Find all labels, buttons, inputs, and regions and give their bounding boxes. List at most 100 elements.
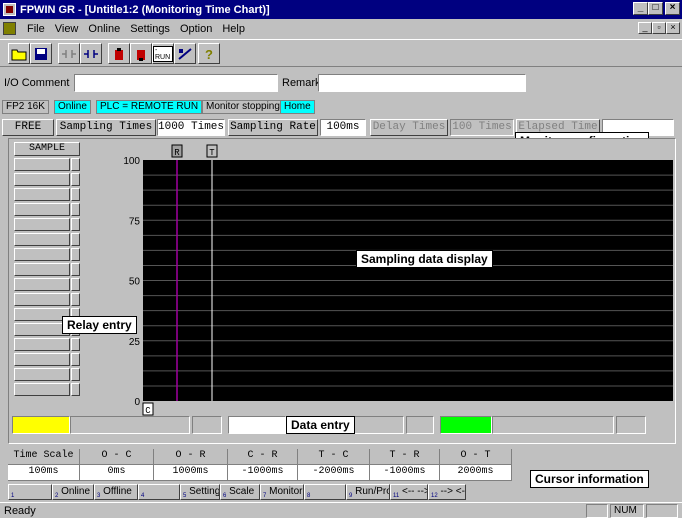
sampling-rate-field[interactable]: 100ms xyxy=(320,119,366,136)
size-grip[interactable] xyxy=(646,504,678,518)
relay-entry-checkbox[interactable] xyxy=(71,158,80,171)
relay-entry-button[interactable] xyxy=(14,158,70,171)
relay-entry-row[interactable] xyxy=(14,218,80,232)
relay-entry-button[interactable] xyxy=(14,188,70,201)
fkey-6[interactable]: 6 Scale xyxy=(220,484,260,500)
menu-settings[interactable]: Settings xyxy=(125,23,175,35)
relay-entry-button[interactable] xyxy=(14,203,70,216)
fkey-3[interactable]: 3 Offline xyxy=(94,484,138,500)
relay-entry-checkbox[interactable] xyxy=(71,188,80,201)
run-mode-icon[interactable]: -RUN xyxy=(152,43,174,64)
help-icon[interactable]: ? xyxy=(198,43,220,64)
menu-online[interactable]: Online xyxy=(83,23,125,35)
relay-entry-checkbox[interactable] xyxy=(71,203,80,216)
plc-upload-icon[interactable] xyxy=(108,43,130,64)
relay-entry-button[interactable] xyxy=(14,383,70,396)
relay-entry-button[interactable] xyxy=(14,233,70,246)
fkey-4[interactable]: 4 xyxy=(138,484,180,500)
sampling-rate-label: Sampling Rate xyxy=(228,119,318,136)
menu-view[interactable]: View xyxy=(50,23,84,35)
relay-entry-row[interactable] xyxy=(14,278,80,292)
relay-entry-checkbox[interactable] xyxy=(71,173,80,186)
fkey-11[interactable]: 11 <-- --> xyxy=(390,484,428,500)
sampling-chart[interactable]: 100 75 50 25 0 R T C xyxy=(85,142,675,418)
y-tick-label: 50 xyxy=(129,277,141,288)
io-comment-field[interactable] xyxy=(74,74,278,92)
relay-entry-row[interactable] xyxy=(14,158,80,172)
plc-download-icon[interactable] xyxy=(130,43,152,64)
relay-entry-button[interactable] xyxy=(14,338,70,351)
mdi-minimize-button[interactable]: _ xyxy=(638,22,652,34)
relay-entry-checkbox[interactable] xyxy=(71,368,80,381)
close-button[interactable]: × xyxy=(665,2,680,15)
toolbar: -RUN ? xyxy=(0,39,682,67)
relay-entry-checkbox[interactable] xyxy=(71,218,80,231)
fkey-12[interactable]: 12 --> <-- xyxy=(428,484,466,500)
fkey-number: 4 xyxy=(141,493,145,499)
relay-entry-row[interactable] xyxy=(14,353,80,367)
cursor-info-header: O - T xyxy=(440,449,512,465)
fkey-2[interactable]: 2 Online xyxy=(52,484,94,500)
open-folder-icon[interactable] xyxy=(8,43,30,64)
relay-entry-row[interactable] xyxy=(14,188,80,202)
mdi-restore-button[interactable]: ▫ xyxy=(652,22,666,34)
relay-contact-icon[interactable] xyxy=(58,43,80,64)
menu-help[interactable]: Help xyxy=(217,23,250,35)
fkey-label: Scale xyxy=(226,486,255,497)
relay-entry-button[interactable] xyxy=(14,248,70,261)
relay-entry-button[interactable] xyxy=(14,368,70,381)
relay-entry-row[interactable] xyxy=(14,383,80,397)
minimize-button[interactable]: _ xyxy=(633,2,648,15)
relay-entry-checkbox[interactable] xyxy=(71,338,80,351)
save-icon[interactable] xyxy=(30,43,52,64)
monitor-toggle-icon[interactable] xyxy=(174,43,196,64)
relay-entry-button[interactable] xyxy=(14,173,70,186)
relay-entry-row[interactable] xyxy=(14,293,80,307)
relay-entry-row[interactable] xyxy=(14,173,80,187)
remark-field[interactable] xyxy=(318,74,526,92)
relay-entry-checkbox[interactable] xyxy=(71,233,80,246)
relay-entry-button[interactable] xyxy=(14,293,70,306)
relay-entry-button[interactable] xyxy=(14,218,70,231)
sampling-times-field[interactable]: 1000 Times xyxy=(157,119,225,136)
mode-button[interactable]: FREE xyxy=(2,119,54,136)
fkey-label: Online xyxy=(58,486,91,497)
data-entry-slot-2[interactable] xyxy=(228,416,286,434)
relay-entry-checkbox[interactable] xyxy=(71,353,80,366)
relay-entry-checkbox[interactable] xyxy=(71,263,80,276)
menu-file[interactable]: File xyxy=(22,23,50,35)
document-icon[interactable] xyxy=(3,22,16,35)
relay-entry-button[interactable] xyxy=(14,278,70,291)
data-entry-slot-1[interactable] xyxy=(12,416,70,434)
cursor-r-marker[interactable]: R xyxy=(174,148,180,158)
fkey-9[interactable]: 9 Run/Pro xyxy=(346,484,390,500)
relay-entry-checkbox[interactable] xyxy=(71,278,80,291)
relay-coil-icon[interactable] xyxy=(80,43,102,64)
fkey-8[interactable]: 8 xyxy=(304,484,346,500)
relay-entry-row[interactable] xyxy=(14,248,80,262)
relay-entry-checkbox[interactable] xyxy=(71,383,80,396)
maximize-button[interactable]: □ xyxy=(648,2,663,15)
relay-entry-row[interactable] xyxy=(14,338,80,352)
fkey-label: Offline xyxy=(100,486,132,497)
menu-option[interactable]: Option xyxy=(175,23,217,35)
cursor-t-marker[interactable]: T xyxy=(209,148,215,158)
fkey-1[interactable]: 1 xyxy=(8,484,52,500)
mdi-close-button[interactable]: × xyxy=(666,22,680,34)
relay-entry-row[interactable] xyxy=(14,203,80,217)
relay-entry-row[interactable] xyxy=(14,263,80,277)
fkey-label: Setting xyxy=(186,486,220,497)
fkey-5[interactable]: 5 Setting xyxy=(180,484,220,500)
y-tick-label: 25 xyxy=(129,337,141,348)
status-bar: Ready NUM xyxy=(0,502,682,518)
relay-entry-checkbox[interactable] xyxy=(71,293,80,306)
relay-entry-row[interactable] xyxy=(14,233,80,247)
relay-entry-checkbox[interactable] xyxy=(71,248,80,261)
cursor-c-marker[interactable]: C xyxy=(145,406,151,416)
relay-entry-button[interactable] xyxy=(14,263,70,276)
fkey-7[interactable]: 7 Monitor xyxy=(260,484,304,500)
cursor-info-header: C - R xyxy=(228,449,298,465)
data-entry-slot-3[interactable] xyxy=(440,416,492,434)
relay-entry-button[interactable] xyxy=(14,353,70,366)
relay-entry-row[interactable] xyxy=(14,368,80,382)
